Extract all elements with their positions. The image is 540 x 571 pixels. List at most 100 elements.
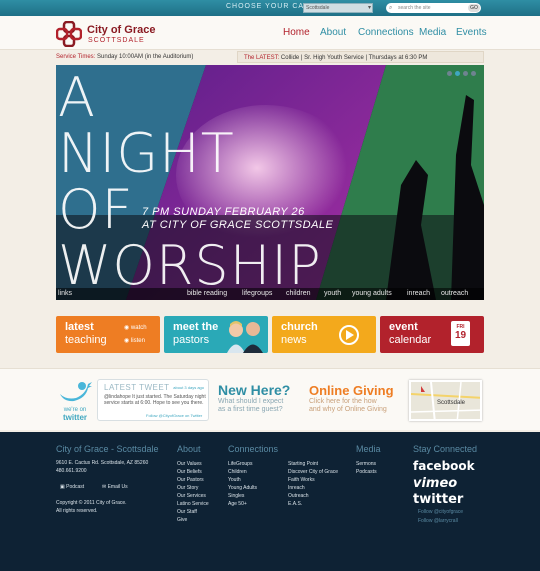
service-times-label: Service Times: [56,54,96,60]
footer-link[interactable]: Discover City of Grace [288,468,338,476]
event-calendar-tile[interactable]: event calendar FRI 19 [380,316,484,353]
link-youth[interactable]: youth [324,288,341,300]
footer-link[interactable]: Our Pastors [177,476,209,484]
footer-link[interactable]: Young Adults [228,484,257,492]
nav-media[interactable]: Media [419,27,446,38]
footer-email-link[interactable]: ✉ Email Us [102,484,128,490]
footer-connections-title: Connections [228,444,279,454]
footer-link[interactable]: Our Beliefs [177,468,209,476]
link-bible-reading[interactable]: bible reading [187,288,227,300]
nav-events[interactable]: Events [456,27,487,38]
slider-dot[interactable] [463,71,468,76]
footer-copyright-2: All rights reserved. [56,508,98,514]
vimeo-link[interactable]: vimeo [413,476,457,491]
new-here-title: New Here? [218,382,291,398]
follow-link-2[interactable]: Follow @larrycrall [418,518,458,524]
footer-link[interactable]: Children [228,468,257,476]
calendar-date: 19 [454,330,467,341]
footer-link[interactable]: Our Values [177,460,209,468]
footer-link[interactable]: Give [177,516,209,524]
latest-label: The LATEST: [244,55,280,61]
logo-name[interactable]: City of Grace [87,24,155,36]
online-giving-promo[interactable]: Online Giving Click here for the how and… [309,383,401,414]
footer-link[interactable]: Starting Point [288,460,338,468]
nav-connections[interactable]: Connections [358,27,414,38]
footer-link[interactable]: Inreach [288,484,338,492]
tweet-follow-link[interactable]: Follow @CityofGrace on Twitter [146,413,202,418]
giving-text-2: and why of Online Giving [309,406,387,413]
tile-subtitle: calendar [389,334,432,346]
tweet-age[interactable]: about 3 days ago [173,385,204,390]
footer-podcast-link[interactable]: ▣ Podcast [60,484,84,490]
hero-title-line-2: NIGHT [58,122,235,185]
hero-title-line-4: WORSHIP [58,234,322,297]
tile-subtitle: news [281,334,307,346]
footer-about-links: Our Values Our Beliefs Our Pastors Our S… [177,460,209,524]
search-input[interactable]: ⌕ search the site GO [386,3,481,13]
map-label: Scottsdale [437,400,466,406]
new-here-promo[interactable]: New Here? What should I expect as a firs… [218,383,302,414]
campus-select[interactable]: Scottsdale ▾ [303,3,373,13]
tile-subtitle: teaching [65,334,107,346]
church-news-tile[interactable]: church news [272,316,376,353]
hero-banner[interactable]: A NIGHT OF WORSHIP 7 PM SUNDAY FEBRUARY … [56,65,484,300]
link-outreach[interactable]: outreach [441,288,468,300]
tile-title: meet the [173,321,219,333]
footer-link[interactable]: Singles [228,492,257,500]
twitter-link[interactable]: twitter [413,492,463,507]
top-bar: CHOOSE YOUR CAMPUS: Scottsdale ▾ ⌕ searc… [0,0,540,16]
footer-link[interactable]: Sermons [356,460,377,468]
new-here-text-1: What should I expect [218,398,284,405]
calendar-icon: FRI 19 [451,321,470,346]
search-go-button[interactable]: GO [468,4,480,12]
giving-title: Online Giving [309,383,394,398]
footer-link[interactable]: Our Staff [177,508,209,516]
footer-link[interactable]: Our Services [177,492,209,500]
latest-news-box[interactable]: The LATEST: Collide | Sr. High Youth Ser… [237,51,484,63]
footer-link[interactable]: Podcasts [356,468,377,476]
footer-link[interactable]: Our Story [177,484,209,492]
footer-about-title: About [177,444,201,454]
footer-phone: 480.661.9200 [56,468,87,474]
watch-link[interactable]: ◉ watch [124,324,147,331]
meet-pastors-tile[interactable]: meet the pastors [164,316,268,353]
search-icon: ⌕ [389,5,393,11]
logo-icon[interactable] [56,21,82,47]
latest-teaching-tile[interactable]: latest teaching ◉ watch ◉ listen [56,316,160,353]
slider-dot[interactable] [447,71,452,76]
twitter-badge[interactable]: we're on twitter [56,380,94,422]
tweet-text: @lindahope It just started. The Saturday… [104,394,206,406]
link-young-adults[interactable]: young adults [352,288,392,300]
new-here-text-2: as a first time guest? [218,406,283,413]
nav-about[interactable]: About [320,27,346,38]
hero-subtitle-1: 7 PM SUNDAY FEBRUARY 26 [142,206,305,218]
footer-media-links: Sermons Podcasts [356,460,377,476]
link-lifegroups[interactable]: lifegroups [242,288,272,300]
tile-subtitle: pastors [173,334,210,346]
logo-subtitle: SCOTTSDALE [88,37,145,44]
campus-map[interactable]: Scottsdale [409,380,482,421]
footer-link[interactable]: Youth [228,476,257,484]
slider-dot[interactable] [471,71,476,76]
listen-link[interactable]: ◉ listen [124,337,145,344]
footer-link[interactable]: Faith Works [288,476,338,484]
link-children[interactable]: children [286,288,311,300]
footer-link[interactable]: Age 50+ [228,500,257,508]
facebook-link[interactable]: facebook [413,459,475,473]
footer-link[interactable]: Latino Service [177,500,209,508]
footer-link[interactable]: E.A.S. [288,500,338,508]
footer-link[interactable]: LifeGroups [228,460,257,468]
footer-stay-connected-title: Stay Connected [413,444,478,454]
quick-links-label: links [58,290,73,297]
tile-title: church [281,321,318,333]
info-ticker: Service Times: Sunday 10:00AM (in the Au… [56,51,484,63]
footer-link[interactable]: Outreach [288,492,338,500]
site-header: City of Grace SCOTTSDALE Home About Conn… [0,16,540,50]
nav-home[interactable]: Home [283,27,310,38]
link-inreach[interactable]: inreach [407,288,430,300]
slider-dot-active[interactable] [455,71,460,76]
chevron-down-icon: ▾ [367,5,371,11]
follow-link-1[interactable]: Follow @cityofgrace [418,509,463,515]
pastors-photo [227,321,263,353]
latest-tweet-box: LATEST TWEET about 3 days ago @lindahope… [97,379,209,421]
